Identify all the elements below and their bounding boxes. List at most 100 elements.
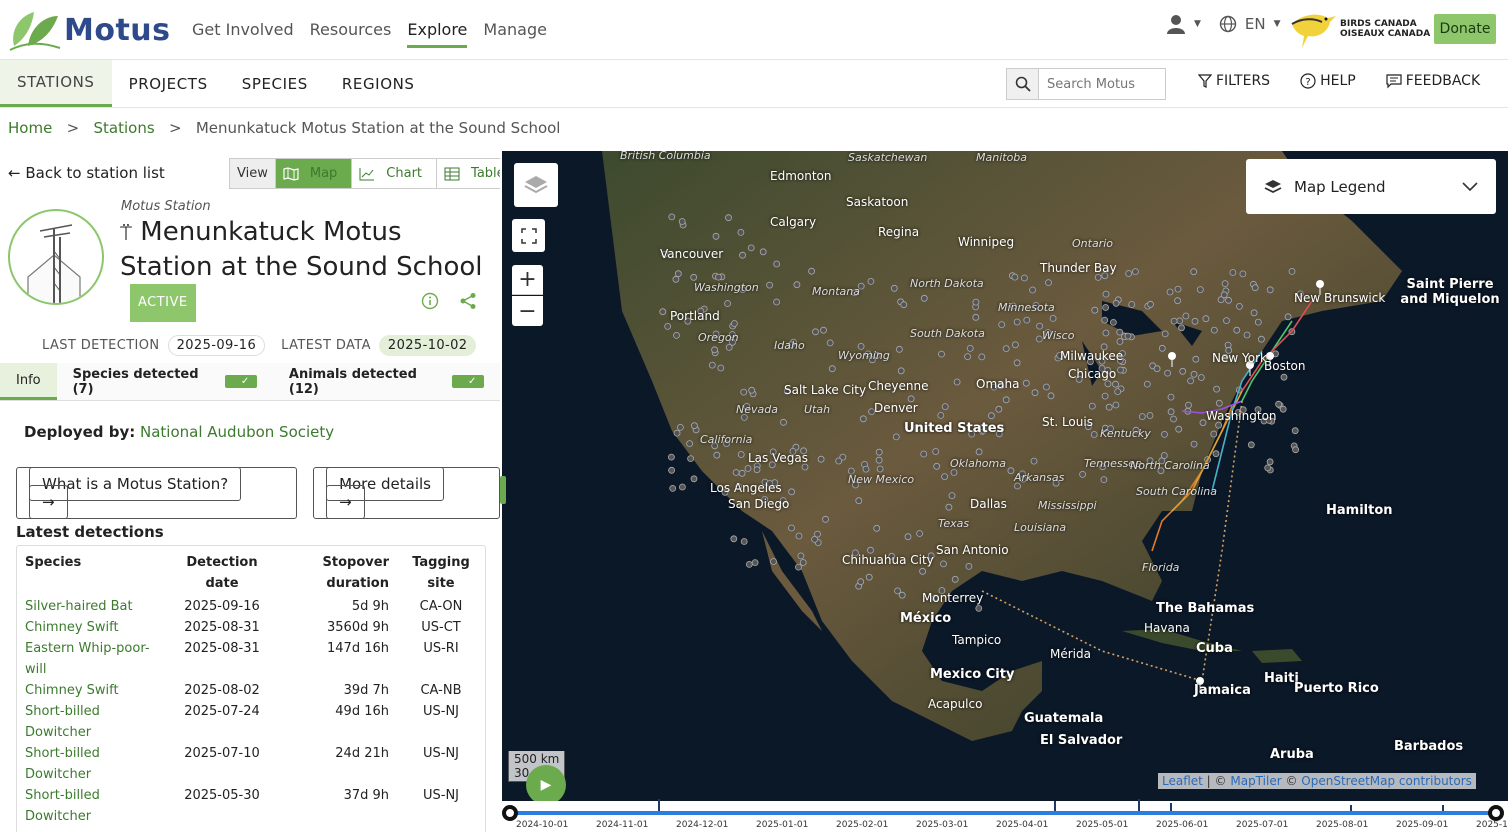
- station-marker[interactable]: [1161, 430, 1168, 438]
- station-marker[interactable]: [676, 423, 684, 431]
- station-marker[interactable]: [916, 530, 924, 537]
- station-marker[interactable]: [1011, 273, 1019, 281]
- species-link[interactable]: Eastern Whip-poor-will: [25, 641, 150, 677]
- station-marker[interactable]: [855, 497, 863, 505]
- station-marker[interactable]: [795, 563, 802, 571]
- station-marker[interactable]: [966, 344, 974, 352]
- maptiler-link[interactable]: MapTiler: [1230, 774, 1281, 788]
- station-marker[interactable]: [690, 273, 698, 281]
- station-marker[interactable]: [1170, 415, 1177, 423]
- station-marker[interactable]: [687, 455, 695, 463]
- station-marker[interactable]: [817, 455, 825, 463]
- station-marker[interactable]: [1225, 296, 1232, 304]
- station-marker[interactable]: [1102, 329, 1110, 337]
- species-link[interactable]: Chimney Swift: [25, 683, 119, 698]
- station-marker[interactable]: [826, 339, 834, 347]
- station-marker[interactable]: [674, 270, 682, 278]
- station-marker[interactable]: [932, 448, 940, 455]
- deployed-org-link[interactable]: National Audubon Society: [140, 423, 334, 441]
- panel-resize-handle[interactable]: [500, 476, 506, 504]
- station-marker[interactable]: [1143, 380, 1151, 388]
- station-marker[interactable]: [894, 587, 901, 595]
- checkbox-checked-icon[interactable]: ✓: [224, 375, 257, 388]
- station-marker[interactable]: [713, 451, 721, 459]
- station-marker[interactable]: [659, 308, 667, 316]
- station-marker[interactable]: [1170, 317, 1178, 325]
- detections-table-container[interactable]: Species Detection date Stopover duration…: [16, 545, 486, 832]
- station-marker[interactable]: [1266, 286, 1274, 294]
- station-marker[interactable]: [862, 465, 870, 473]
- station-marker[interactable]: [1007, 467, 1015, 475]
- station-marker[interactable]: [919, 567, 927, 575]
- station-marker[interactable]: [678, 483, 686, 491]
- station-marker[interactable]: [788, 524, 795, 532]
- station-marker[interactable]: [1191, 317, 1199, 325]
- station-marker[interactable]: [730, 535, 738, 543]
- fullscreen-button[interactable]: [512, 219, 545, 252]
- station-marker[interactable]: [1254, 318, 1262, 326]
- tab-species[interactable]: SPECIES: [225, 60, 325, 107]
- station-marker[interactable]: [739, 251, 747, 259]
- station-marker[interactable]: [740, 538, 748, 545]
- species-link[interactable]: Chimney Swift: [25, 620, 119, 635]
- station-marker[interactable]: [780, 418, 787, 426]
- view-chart-button[interactable]: Chart: [352, 159, 438, 188]
- station-marker[interactable]: [797, 552, 805, 560]
- filters-button[interactable]: FILTERS: [1198, 73, 1270, 89]
- station-marker[interactable]: [1031, 389, 1039, 397]
- station-marker[interactable]: [1013, 359, 1021, 367]
- station-marker[interactable]: [920, 450, 928, 458]
- station-marker[interactable]: [1105, 403, 1113, 411]
- tab-projects[interactable]: PROJECTS: [112, 60, 225, 107]
- station-marker[interactable]: [859, 415, 867, 423]
- station-marker[interactable]: [857, 578, 865, 586]
- station-marker[interactable]: [1291, 427, 1299, 435]
- station-marker[interactable]: [1002, 345, 1010, 353]
- checkbox-checked-icon[interactable]: ✓: [452, 375, 484, 388]
- tab-animals-detected[interactable]: Animals detected (12) ✓: [273, 363, 500, 400]
- station-marker[interactable]: [972, 298, 980, 306]
- view-table-button[interactable]: Table: [437, 159, 500, 188]
- station-marker[interactable]: [1210, 326, 1218, 334]
- station-marker[interactable]: [1182, 312, 1190, 320]
- station-marker[interactable]: [940, 560, 947, 568]
- station-marker[interactable]: [1079, 470, 1086, 478]
- tab-stations[interactable]: STATIONS: [0, 60, 112, 107]
- zoom-in-button[interactable]: +: [512, 265, 543, 295]
- osm-link[interactable]: OpenStreetMap contributors: [1301, 774, 1472, 788]
- header-tagging-site[interactable]: Tagging site: [397, 546, 485, 596]
- station-marker[interactable]: [1213, 385, 1220, 393]
- map-canvas[interactable]: [502, 151, 1508, 832]
- language-selector[interactable]: EN: [1245, 15, 1266, 33]
- more-details-button[interactable]: More details →: [313, 467, 500, 519]
- station-marker[interactable]: [965, 562, 973, 570]
- station-marker[interactable]: [998, 321, 1006, 329]
- station-marker[interactable]: [712, 232, 720, 240]
- station-marker[interactable]: [745, 560, 753, 568]
- station-marker[interactable]: [748, 386, 756, 394]
- station-marker[interactable]: [1251, 284, 1259, 292]
- timeline-slider[interactable]: 2024-10-01 2024-11-01 2024-12-01 2025-01-01…: [502, 799, 1508, 832]
- station-marker[interactable]: [793, 281, 801, 289]
- station-marker[interactable]: [951, 575, 959, 583]
- nav-explore[interactable]: Explore: [407, 20, 468, 48]
- station-marker[interactable]: [1178, 324, 1185, 332]
- station-marker[interactable]: [1091, 306, 1099, 314]
- station-marker[interactable]: [1190, 268, 1198, 276]
- station-marker[interactable]: [1013, 318, 1021, 326]
- station-marker[interactable]: [1132, 268, 1139, 275]
- station-marker[interactable]: [667, 453, 675, 461]
- station-marker[interactable]: [737, 451, 745, 458]
- zoom-out-button[interactable]: −: [512, 296, 543, 326]
- station-marker[interactable]: [1045, 279, 1052, 287]
- station-marker[interactable]: [1012, 341, 1019, 349]
- station-marker[interactable]: [1190, 370, 1198, 378]
- station-marker[interactable]: [1280, 373, 1288, 381]
- station-marker[interactable]: [1023, 316, 1031, 324]
- station-marker[interactable]: [1101, 316, 1109, 324]
- station-marker[interactable]: [1116, 338, 1124, 345]
- share-icon[interactable]: [459, 292, 477, 310]
- tab-regions[interactable]: REGIONS: [325, 60, 432, 107]
- station-marker[interactable]: [898, 591, 906, 599]
- station-marker[interactable]: [1275, 400, 1282, 408]
